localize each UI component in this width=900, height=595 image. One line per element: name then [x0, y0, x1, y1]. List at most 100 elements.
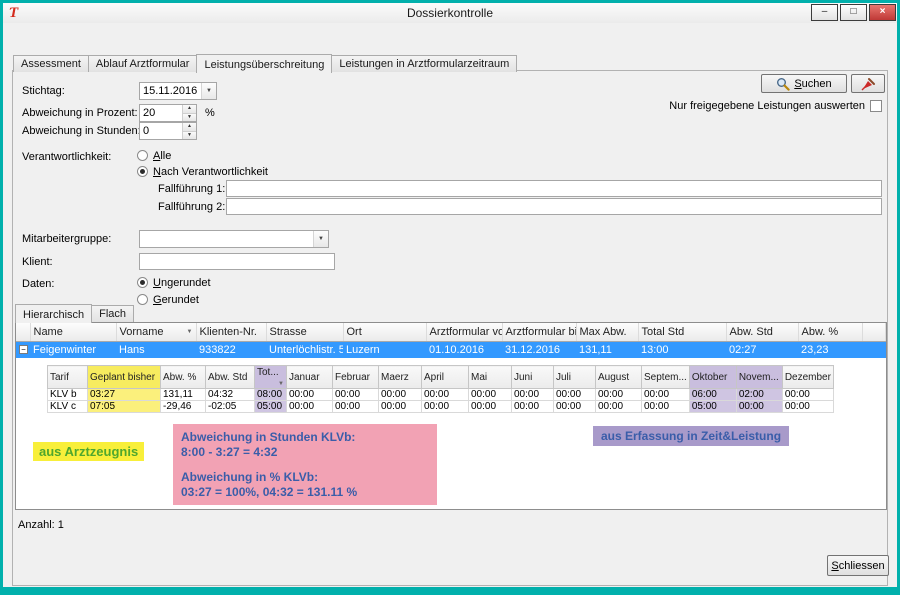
tab-assessment[interactable]: Assessment	[13, 55, 89, 72]
sub-cell[interactable]: KLV c	[48, 401, 88, 413]
subcol-september[interactable]: Septem...	[642, 366, 690, 389]
sub-cell[interactable]: 00:00	[333, 389, 379, 401]
sub-cell[interactable]: 00:00	[469, 389, 512, 401]
collapse-icon[interactable]: −	[19, 345, 28, 354]
radio-gerundet-label[interactable]: Gerundet	[153, 294, 199, 306]
subcol-abw-prozent[interactable]: Abw. %	[161, 366, 206, 389]
detail-row-klvb[interactable]: KLV b 03:27 131,11 04:32 08:00 00:00 00:…	[48, 389, 834, 401]
abweichung-prozent-stepper[interactable]: 20 ▲ ▼	[139, 104, 197, 122]
abweichung-stunden-stepper[interactable]: 0 ▲ ▼	[139, 122, 197, 140]
radio-alle[interactable]	[137, 150, 148, 161]
subcol-abw-std[interactable]: Abw. Std	[206, 366, 255, 389]
sub-cell[interactable]: 00:00	[736, 401, 782, 413]
sub-cell[interactable]: 00:00	[422, 389, 469, 401]
close-button[interactable]: ×	[869, 4, 896, 21]
spin-down-icon[interactable]: ▼	[183, 113, 196, 122]
sub-cell[interactable]: 07:05	[88, 401, 161, 413]
suchen-button[interactable]: Suchen	[761, 74, 847, 93]
radio-ungerundet[interactable]	[137, 277, 148, 288]
subcol-februar[interactable]: Februar	[333, 366, 379, 389]
fallfuehrung2-field[interactable]	[226, 198, 882, 215]
cell-arztformular-von[interactable]: 01.10.2016	[426, 341, 502, 358]
col-abw-prozent[interactable]: Abw. %	[798, 323, 862, 341]
sub-cell[interactable]: 00:00	[782, 389, 833, 401]
sub-cell[interactable]: 03:27	[88, 389, 161, 401]
radio-ungerundet-label[interactable]: Ungerundet	[153, 277, 211, 289]
spin-down-icon[interactable]: ▼	[183, 131, 196, 140]
col-abw-std[interactable]: Abw. Std	[726, 323, 798, 341]
subcol-november[interactable]: Novem...	[736, 366, 782, 389]
stichtag-combobox[interactable]: 15.11.2016 ▼	[139, 82, 217, 100]
table-row[interactable]: − Feigenwinter Hans 933822 Unterlöchlist…	[16, 341, 886, 358]
schliessen-button[interactable]: Schliessen	[827, 555, 889, 576]
sub-cell[interactable]: 00:00	[469, 401, 512, 413]
tab-leistungsueberschreitung[interactable]: Leistungsüberschreitung	[196, 54, 332, 73]
sub-cell[interactable]: 06:00	[689, 389, 736, 401]
chevron-down-icon[interactable]: ▼	[201, 83, 216, 99]
sub-cell[interactable]: 00:00	[333, 401, 379, 413]
fallfuehrung1-field[interactable]	[226, 180, 882, 197]
radio-nach-label[interactable]: Nach Verantwortlichkeit	[153, 166, 268, 178]
tab-flach[interactable]: Flach	[91, 305, 134, 322]
cell-strasse[interactable]: Unterlöchlistr. 5	[266, 341, 343, 358]
cell-total-std[interactable]: 13:00	[638, 341, 726, 358]
title-bar[interactable]: Ƭ Dossierkontrolle – □ ×	[3, 3, 897, 23]
cell-klienten-nr[interactable]: 933822	[196, 341, 266, 358]
cell-vorname[interactable]: Hans	[116, 341, 196, 358]
subcol-april[interactable]: April	[422, 366, 469, 389]
col-vorname[interactable]: Vorname ▼	[116, 323, 196, 341]
cell-abw-std[interactable]: 02:27	[726, 341, 798, 358]
sub-cell[interactable]: 00:00	[512, 389, 554, 401]
subcol-august[interactable]: August	[596, 366, 642, 389]
subcol-januar[interactable]: Januar	[287, 366, 333, 389]
filter-checkbox[interactable]	[870, 100, 882, 112]
sub-cell[interactable]: 04:32	[206, 389, 255, 401]
sub-cell[interactable]: 131,11	[161, 389, 206, 401]
col-name[interactable]: Name	[30, 323, 116, 341]
subcol-juni[interactable]: Juni	[512, 366, 554, 389]
col-ort[interactable]: Ort	[343, 323, 426, 341]
cell-ort[interactable]: Luzern	[343, 341, 426, 358]
col-strasse[interactable]: Strasse	[266, 323, 343, 341]
chevron-down-icon[interactable]: ▼	[313, 231, 328, 247]
tab-leistungen-arztformularzeitraum[interactable]: Leistungen in Arztformularzeitraum	[331, 55, 517, 72]
sub-cell[interactable]: 00:00	[642, 389, 690, 401]
spin-up-icon[interactable]: ▲	[183, 123, 196, 131]
col-arztformular-bis[interactable]: Arztformular bis	[502, 323, 576, 341]
sub-cell[interactable]: 00:00	[379, 389, 422, 401]
radio-nach-verantwortlichkeit[interactable]	[137, 166, 148, 177]
spin-up-icon[interactable]: ▲	[183, 105, 196, 113]
sub-cell[interactable]: 00:00	[554, 401, 596, 413]
sub-cell[interactable]: 00:00	[596, 401, 642, 413]
sub-cell[interactable]: 05:00	[255, 401, 287, 413]
subcol-mai[interactable]: Mai	[469, 366, 512, 389]
col-arztformular-von[interactable]: Arztformular von	[426, 323, 502, 341]
sub-cell[interactable]: -02:05	[206, 401, 255, 413]
maximize-button[interactable]: □	[840, 4, 867, 21]
subcol-geplant-bisher[interactable]: Geplant bisher	[88, 366, 161, 389]
sub-cell[interactable]: 00:00	[287, 389, 333, 401]
sub-cell[interactable]: 00:00	[596, 389, 642, 401]
sub-cell[interactable]: 02:00	[736, 389, 782, 401]
subcol-maerz[interactable]: Maerz	[379, 366, 422, 389]
sub-cell[interactable]: 00:00	[512, 401, 554, 413]
clear-filter-button[interactable]	[851, 74, 885, 93]
sub-cell[interactable]: 00:00	[379, 401, 422, 413]
sub-cell[interactable]: 05:00	[689, 401, 736, 413]
col-klienten-nr[interactable]: Klienten-Nr.	[196, 323, 266, 341]
sub-cell[interactable]: KLV b	[48, 389, 88, 401]
klient-field[interactable]	[139, 253, 335, 270]
subcol-total[interactable]: Tot... ▼	[255, 366, 287, 389]
subcol-juli[interactable]: Juli	[554, 366, 596, 389]
cell-arztformular-bis[interactable]: 31.12.2016	[502, 341, 576, 358]
sub-cell[interactable]: 00:00	[422, 401, 469, 413]
detail-row-klvc[interactable]: KLV c 07:05 -29,46 -02:05 05:00 00:00 00…	[48, 401, 834, 413]
col-total-std[interactable]: Total Std	[638, 323, 726, 341]
tab-ablauf-arztformular[interactable]: Ablauf Arztformular	[88, 55, 198, 72]
mitarbeitergruppe-combobox[interactable]: ▼	[139, 230, 329, 248]
cell-abw-prozent[interactable]: 23,23	[798, 341, 862, 358]
subcol-tarif[interactable]: Tarif	[48, 366, 88, 389]
sub-cell[interactable]: -29,46	[161, 401, 206, 413]
subcol-oktober[interactable]: Oktober	[689, 366, 736, 389]
sub-cell[interactable]: 00:00	[782, 401, 833, 413]
